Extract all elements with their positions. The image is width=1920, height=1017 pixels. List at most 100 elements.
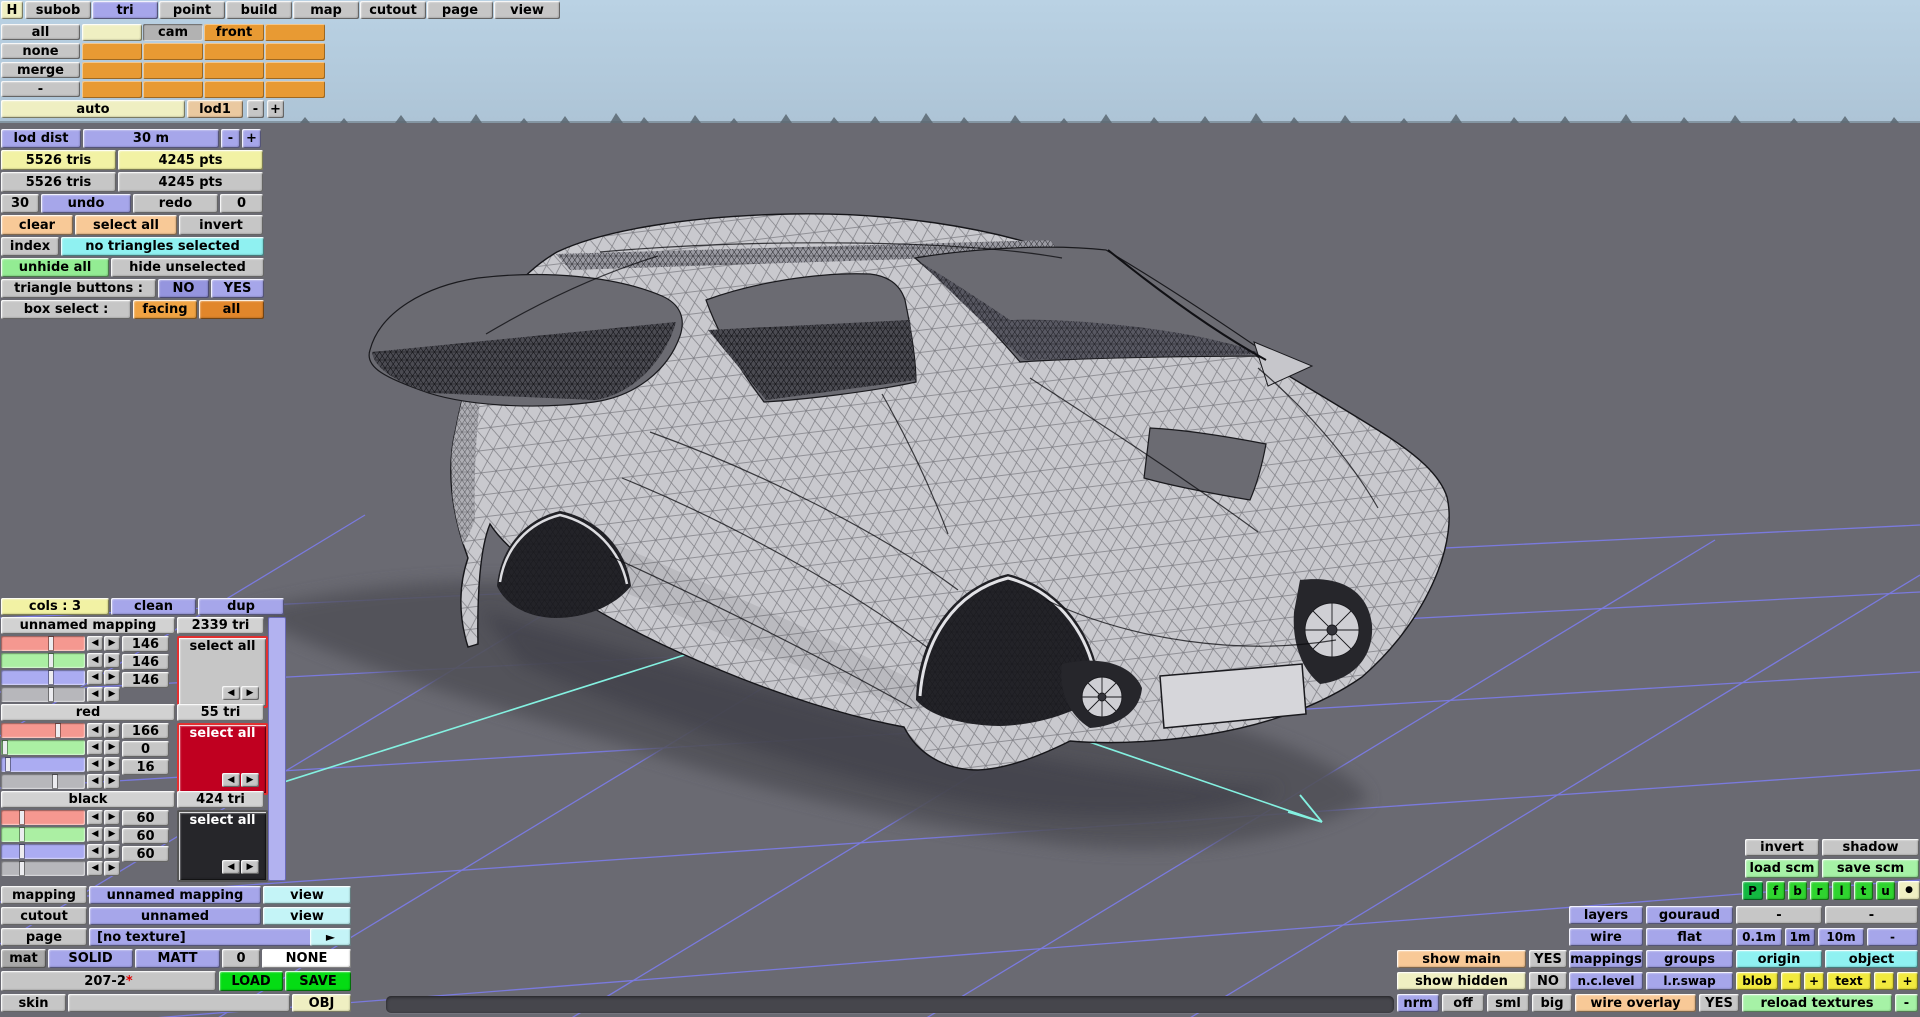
menu-h[interactable]: H — [1, 1, 23, 19]
arrow-left-icon[interactable]: ◀ — [87, 723, 103, 738]
cutout-value[interactable]: unnamed — [89, 907, 261, 925]
hide-unselected-button[interactable]: hide unselected — [111, 258, 264, 277]
mappings-button[interactable]: mappings — [1569, 950, 1643, 968]
arrow-left-icon[interactable]: ◀ — [87, 636, 103, 651]
slider-red[interactable] — [1, 723, 85, 738]
value-b[interactable]: 16 — [122, 759, 169, 775]
grid-cell[interactable] — [265, 81, 325, 98]
arrow-right-icon[interactable]: ▶ — [104, 687, 120, 702]
viewport-3d[interactable] — [0, 0, 1920, 1017]
undo-button[interactable]: undo — [41, 194, 131, 213]
slider-value[interactable] — [1, 774, 85, 789]
grid-01m-button[interactable]: 0.1m — [1736, 928, 1782, 946]
arrow-right-icon[interactable]: ▶ — [104, 723, 120, 738]
show-hidden-no[interactable]: NO — [1529, 972, 1567, 990]
grid-cell-cam[interactable]: cam — [143, 24, 203, 41]
menu-map[interactable]: map — [293, 1, 359, 19]
mapping-value[interactable]: unnamed mapping — [89, 886, 261, 904]
arrow-left-icon[interactable]: ◀ — [87, 687, 103, 702]
arrow-left-icon[interactable]: ◀ — [87, 827, 103, 842]
save-button[interactable]: SAVE — [285, 971, 351, 991]
grid-cell[interactable] — [143, 62, 203, 79]
subob-merge-button[interactable]: merge — [1, 62, 80, 78]
lod-plus-button[interactable]: + — [267, 100, 284, 118]
slider-blue[interactable] — [1, 844, 85, 859]
menu-view[interactable]: view — [494, 1, 560, 19]
subob-all-button[interactable]: all — [1, 24, 80, 40]
wire-overlay-yes[interactable]: YES — [1699, 994, 1739, 1012]
wire-overlay-button[interactable]: wire overlay — [1575, 994, 1696, 1012]
arrow-right-icon[interactable]: ▶ — [241, 860, 259, 874]
lod1-button[interactable]: lod1 — [187, 100, 243, 118]
grid-cell[interactable] — [204, 81, 264, 98]
arrow-right-icon[interactable]: ▶ — [241, 773, 259, 787]
arrow-right-icon[interactable]: ▶ — [241, 686, 259, 700]
text-minus-button[interactable]: - — [1874, 972, 1894, 990]
grid-cell[interactable] — [204, 43, 264, 60]
grid-cell[interactable] — [265, 62, 325, 79]
lod-dist-label[interactable]: lod dist — [1, 129, 81, 148]
file-name[interactable]: 207-2 * — [1, 971, 216, 991]
clear-button[interactable]: clear — [1, 215, 73, 235]
show-main-button[interactable]: show main — [1397, 950, 1526, 968]
value-g[interactable]: 0 — [122, 741, 169, 757]
invert-button[interactable]: invert — [1745, 839, 1819, 856]
triangle-buttons-yes[interactable]: YES — [211, 279, 264, 298]
mat-none[interactable]: NONE — [262, 949, 351, 968]
lrswap-button[interactable]: l.r.swap — [1646, 972, 1733, 990]
cutout-label[interactable]: cutout — [1, 907, 87, 925]
nrm-off-button[interactable]: off — [1442, 994, 1484, 1012]
menu-point[interactable]: point — [159, 1, 225, 19]
grid-cell[interactable] — [82, 81, 142, 98]
triangle-buttons-no[interactable]: NO — [158, 279, 209, 298]
value-r[interactable]: 146 — [122, 636, 169, 652]
box-select-all[interactable]: all — [199, 300, 264, 319]
arrow-left-icon[interactable]: ◀ — [87, 740, 103, 755]
load-scm-button[interactable]: load scm — [1745, 859, 1819, 878]
obj-export-button[interactable]: OBJ — [292, 994, 351, 1012]
invert-button[interactable]: invert — [179, 215, 263, 235]
arrow-left-icon[interactable]: ◀ — [222, 686, 240, 700]
nclevel-button[interactable]: n.c.level — [1569, 972, 1643, 990]
value-g[interactable]: 146 — [122, 654, 169, 670]
reload-dash-button[interactable]: - — [1895, 994, 1918, 1012]
view-r-button[interactable]: r — [1810, 881, 1829, 900]
slider-green[interactable] — [1, 827, 85, 842]
arrow-right-icon[interactable]: ▶ — [104, 827, 120, 842]
mapping-view-button[interactable]: view — [263, 886, 351, 904]
subob-none-button[interactable]: none — [1, 43, 80, 59]
blob-button[interactable]: blob — [1736, 972, 1778, 990]
index-button[interactable]: index — [1, 237, 59, 256]
clean-button[interactable]: clean — [111, 598, 196, 615]
arrow-right-icon[interactable]: ▶ — [104, 653, 120, 668]
slider-red[interactable] — [1, 810, 85, 825]
arrow-right-icon[interactable]: ▶ — [104, 740, 120, 755]
grid-cell[interactable] — [265, 43, 325, 60]
menu-subob[interactable]: subob — [25, 1, 91, 19]
menu-build[interactable]: build — [226, 1, 292, 19]
object-button[interactable]: object — [1825, 950, 1918, 968]
grid-cell[interactable] — [82, 43, 142, 60]
page-label[interactable]: page — [1, 928, 87, 946]
save-scm-button[interactable]: save scm — [1822, 859, 1919, 878]
arrow-right-icon[interactable]: ▶ — [104, 810, 120, 825]
slider-blue[interactable] — [1, 757, 85, 772]
arrow-left-icon[interactable]: ◀ — [87, 653, 103, 668]
auto-button[interactable]: auto — [1, 100, 185, 118]
unhide-all-button[interactable]: unhide all — [1, 258, 109, 277]
grid-cell[interactable] — [204, 62, 264, 79]
slider-blue[interactable] — [1, 670, 85, 685]
blob-plus-button[interactable]: + — [1804, 972, 1824, 990]
slider-value[interactable] — [1, 861, 85, 876]
mat-label[interactable]: mat — [1, 949, 46, 968]
text-plus-button[interactable]: + — [1897, 972, 1918, 990]
arrow-right-icon[interactable]: ▶ — [104, 636, 120, 651]
grid-cell[interactable] — [82, 62, 142, 79]
nrm-sml-button[interactable]: sml — [1487, 994, 1529, 1012]
shadow-button[interactable]: shadow — [1822, 839, 1919, 856]
dash-button[interactable]: - — [1825, 906, 1918, 924]
lod-minus-button[interactable]: - — [247, 100, 264, 118]
grid-cell[interactable] — [265, 24, 325, 41]
value-b[interactable]: 146 — [122, 672, 169, 688]
color-scrollbar[interactable] — [268, 617, 286, 881]
